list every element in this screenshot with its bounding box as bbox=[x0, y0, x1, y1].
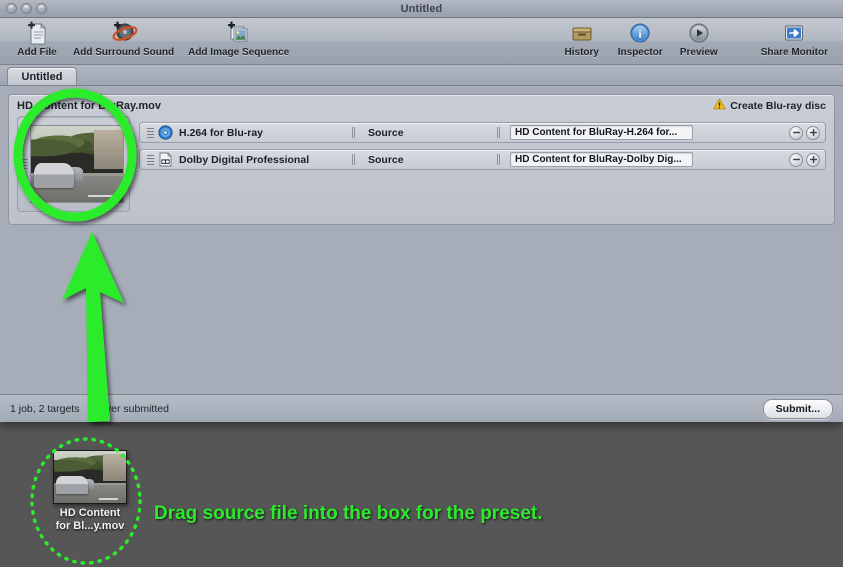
main-toolbar: Add File Add Surround Sound Add Image Se… bbox=[0, 18, 843, 65]
zoom-button[interactable] bbox=[36, 3, 47, 14]
share-monitor-button[interactable]: Share Monitor bbox=[754, 18, 835, 58]
job-header: HD Content for BluRay.mov Create Blu-ray… bbox=[9, 95, 834, 116]
remove-target-button[interactable] bbox=[789, 125, 803, 140]
column-separator bbox=[352, 127, 355, 138]
preview-label: Preview bbox=[679, 47, 718, 58]
history-icon bbox=[570, 20, 594, 46]
inspector-label: Inspector bbox=[617, 47, 663, 58]
svg-text:i: i bbox=[639, 29, 642, 41]
add-file-button[interactable]: Add File bbox=[8, 18, 66, 58]
remove-target-button[interactable] bbox=[789, 152, 803, 167]
compressor-window: Untitled Add File Add Surround Sound Add… bbox=[0, 0, 843, 422]
tab-untitled-label: Untitled bbox=[21, 70, 63, 83]
screen: Untitled Add File Add Surround Sound Add… bbox=[0, 0, 843, 567]
column-separator bbox=[497, 154, 500, 165]
history-label: History bbox=[564, 47, 599, 58]
add-image-sequence-label: Add Image Sequence bbox=[188, 47, 290, 58]
batch-area: HD Content for BluRay.mov Create Blu-ray… bbox=[0, 86, 843, 397]
add-surround-sound-label: Add Surround Sound bbox=[73, 47, 175, 58]
warning-icon bbox=[713, 97, 726, 115]
window-title: Untitled bbox=[400, 2, 443, 15]
h264-disc-icon bbox=[157, 125, 174, 140]
target-source: Source bbox=[368, 153, 404, 166]
table-row[interactable]: Dolby Digital Professional Source HD Con… bbox=[139, 149, 826, 170]
column-separator bbox=[352, 154, 355, 165]
preview-icon bbox=[687, 20, 711, 46]
share-monitor-icon bbox=[782, 20, 806, 46]
dragged-file-name-line2: for Bl...y.mov bbox=[55, 520, 125, 532]
share-monitor-label: Share Monitor bbox=[760, 47, 828, 58]
job-source-drop-well[interactable] bbox=[17, 116, 130, 212]
dragged-thumbnail-street-scene bbox=[54, 451, 126, 503]
window-titlebar: Untitled bbox=[0, 0, 843, 18]
tab-untitled[interactable]: Untitled bbox=[7, 67, 77, 85]
history-button[interactable]: History bbox=[553, 18, 611, 58]
add-target-button[interactable] bbox=[806, 152, 820, 167]
target-name: H.264 for Blu-ray bbox=[179, 126, 264, 139]
dragged-file-item[interactable]: HD Content for Bl...y.mov bbox=[52, 450, 128, 533]
preview-button[interactable]: Preview bbox=[670, 18, 728, 58]
status-bar: 1 job, 2 targets Never submitted Submit.… bbox=[0, 394, 843, 422]
create-bluray-disc-label: Create Blu-ray disc bbox=[730, 99, 826, 112]
target-rows: H.264 for Blu-ray Source HD Content for … bbox=[139, 116, 826, 212]
add-file-label: Add File bbox=[17, 47, 57, 58]
toolbar-right-group: History i Inspector Preview Share Monito… bbox=[553, 18, 843, 58]
inspector-icon: i bbox=[628, 20, 652, 46]
add-image-sequence-button[interactable]: Add Image Sequence bbox=[181, 18, 296, 58]
job-source-thumbnail bbox=[30, 125, 124, 203]
jobs-count-text: 1 job, 2 targets bbox=[10, 402, 80, 415]
window-controls bbox=[6, 3, 47, 14]
dragged-file-label: HD Content for Bl...y.mov bbox=[56, 507, 125, 533]
job-filename: HD Content for BluRay.mov bbox=[17, 99, 162, 112]
dragged-file-thumbnail bbox=[53, 450, 127, 504]
row-buttons bbox=[789, 125, 820, 140]
dragged-file-name-line1: HD Content bbox=[59, 507, 121, 519]
target-destination-field[interactable]: HD Content for BluRay-Dolby Dig... bbox=[510, 152, 693, 167]
target-source: Source bbox=[368, 126, 404, 139]
add-surround-sound-icon bbox=[110, 20, 138, 46]
submit-button[interactable]: Submit... bbox=[762, 398, 833, 419]
close-button[interactable] bbox=[6, 3, 17, 14]
thumbnail-street-scene bbox=[31, 126, 123, 202]
add-image-sequence-icon bbox=[226, 20, 252, 46]
create-bluray-disc-control[interactable]: Create Blu-ray disc bbox=[713, 97, 826, 115]
add-file-icon bbox=[25, 20, 49, 46]
add-surround-sound-button[interactable]: Add Surround Sound bbox=[66, 18, 181, 58]
minimize-button[interactable] bbox=[21, 3, 32, 14]
inspector-button[interactable]: i Inspector bbox=[611, 18, 670, 58]
row-buttons bbox=[789, 152, 820, 167]
job-body: H.264 for Blu-ray Source HD Content for … bbox=[9, 116, 834, 212]
row-drag-grip-icon[interactable] bbox=[144, 127, 156, 138]
batch-tab-bar: Untitled bbox=[0, 65, 843, 86]
target-destination-field[interactable]: HD Content for BluRay-H.264 for... bbox=[510, 125, 693, 140]
drag-grip-icon[interactable] bbox=[20, 159, 29, 169]
submitted-status-text: Never submitted bbox=[92, 402, 169, 415]
toolbar-left-group: Add File Add Surround Sound Add Image Se… bbox=[0, 18, 296, 58]
target-name: Dolby Digital Professional bbox=[179, 153, 310, 166]
add-target-button[interactable] bbox=[806, 125, 820, 140]
row-drag-grip-icon[interactable] bbox=[144, 154, 156, 165]
dolby-digital-icon bbox=[157, 152, 174, 167]
job-panel[interactable]: HD Content for BluRay.mov Create Blu-ray… bbox=[8, 94, 835, 225]
column-separator bbox=[497, 127, 500, 138]
table-row[interactable]: H.264 for Blu-ray Source HD Content for … bbox=[139, 122, 826, 143]
